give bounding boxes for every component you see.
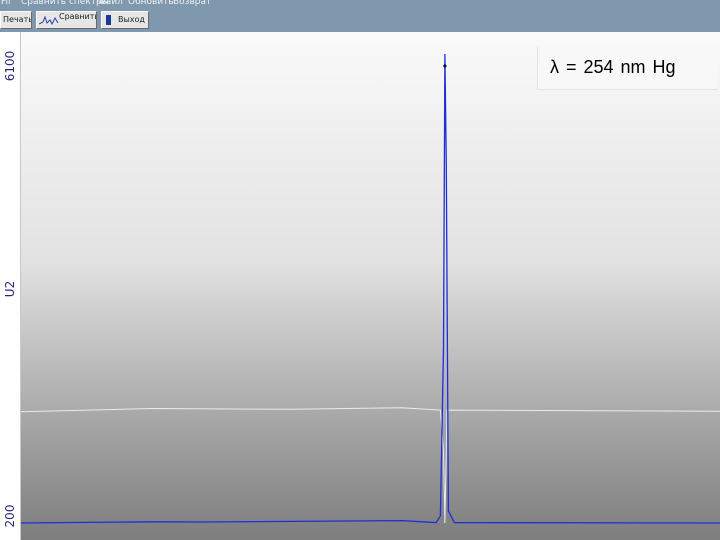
menu-item[interactable]: Fil bbox=[1, 0, 11, 7]
menu-bar: Fil Сравнить спектры Файл Обновить Возврат bbox=[0, 0, 720, 9]
menu-item[interactable]: Файл bbox=[98, 0, 123, 7]
print-button[interactable]: Печать bbox=[0, 11, 32, 29]
wavelength-annotation-text: λ = 254 nm Hg bbox=[550, 57, 676, 77]
menu-item[interactable]: Обновить bbox=[128, 0, 174, 7]
toolbar: Печать Сравнить Выход bbox=[0, 9, 720, 32]
spectrum-icon bbox=[39, 15, 59, 26]
exit-button-label: Выход bbox=[118, 15, 145, 24]
spectrum-chart bbox=[20, 53, 720, 524]
peak-marker bbox=[443, 64, 447, 68]
spectrum-plot: 6100 U2 200 λ = 254 nm Hg bbox=[0, 32, 720, 540]
compare-button-label: Сравнить bbox=[59, 12, 97, 21]
print-button-label: Печать bbox=[3, 15, 32, 24]
spectrum-line-u2 bbox=[20, 53, 720, 524]
reference-line bbox=[20, 407, 720, 524]
menu-item[interactable]: Сравнить спектры bbox=[21, 0, 109, 7]
exit-door-icon bbox=[106, 15, 111, 25]
wavelength-annotation: λ = 254 nm Hg bbox=[537, 47, 718, 90]
menu-item[interactable]: Возврат bbox=[173, 0, 211, 7]
exit-button[interactable]: Выход bbox=[101, 11, 149, 29]
compare-button[interactable]: Сравнить bbox=[36, 11, 97, 29]
